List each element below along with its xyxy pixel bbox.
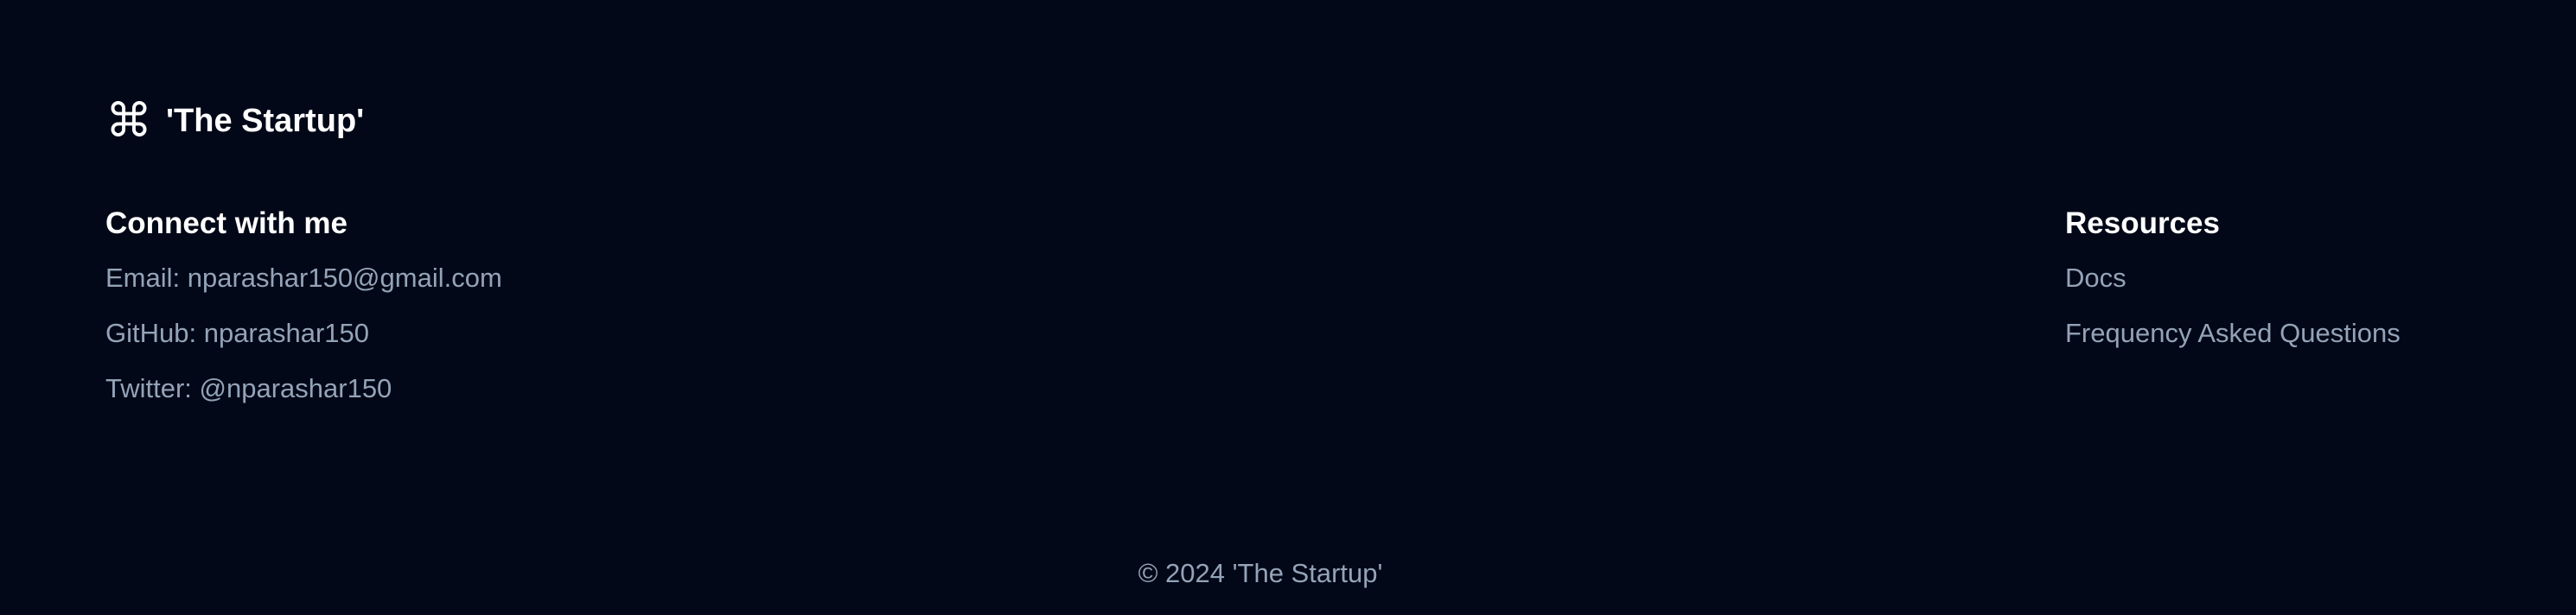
connect-email[interactable]: Email: nparashar150@gmail.com — [105, 259, 502, 297]
connect-list: Email: nparashar150@gmail.com GitHub: np… — [105, 259, 502, 408]
resources-list: Docs Frequency Asked Questions — [2065, 259, 2401, 352]
faq-link[interactable]: Frequency Asked Questions — [2065, 318, 2401, 348]
resources-docs[interactable]: Docs — [2065, 259, 2401, 297]
github-link[interactable]: GitHub: nparashar150 — [105, 318, 369, 348]
resources-faq[interactable]: Frequency Asked Questions — [2065, 314, 2401, 352]
connect-twitter[interactable]: Twitter: @nparashar150 — [105, 370, 502, 408]
twitter-link[interactable]: Twitter: @nparashar150 — [105, 373, 392, 403]
copyright-text: © 2024 'The Startup' — [1138, 558, 1383, 588]
docs-link[interactable]: Docs — [2065, 263, 2126, 293]
resources-section: Resources Docs Frequency Asked Questions — [2065, 202, 2401, 370]
connect-heading: Connect with me — [105, 206, 348, 240]
email-link[interactable]: Email: nparashar150@gmail.com — [105, 263, 502, 293]
command-icon: ⌘ — [105, 93, 152, 148]
site-footer: ⌘ 'The Startup' Connect with me Email: n… — [0, 0, 2576, 615]
brand-name: 'The Startup' — [166, 103, 365, 139]
connect-section: Connect with me Email: nparashar150@gmai… — [105, 202, 502, 425]
brand-logo[interactable]: ⌘ 'The Startup' — [105, 97, 364, 145]
connect-github[interactable]: GitHub: nparashar150 — [105, 314, 502, 352]
resources-heading: Resources — [2065, 206, 2220, 240]
